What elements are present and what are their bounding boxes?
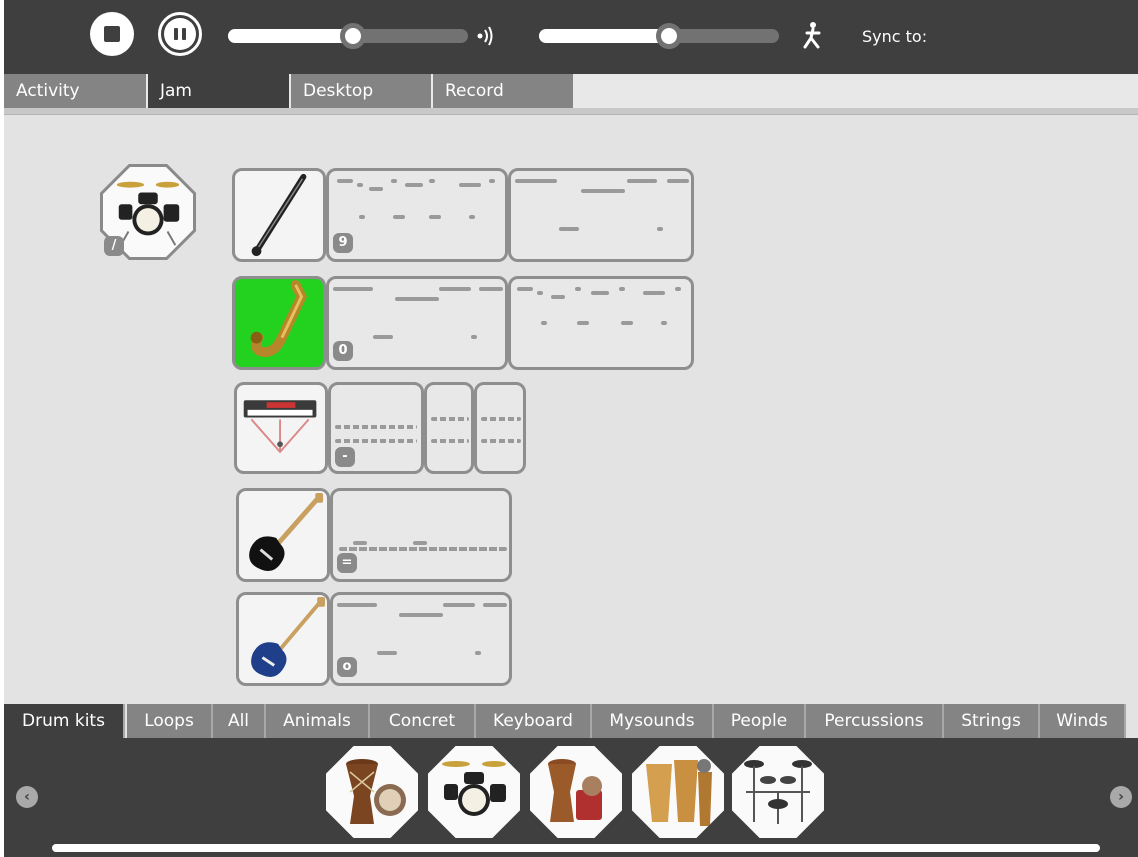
electric-guitar-icon: [249, 492, 324, 571]
pause-icon: [164, 18, 196, 50]
category-winds[interactable]: Winds: [1040, 704, 1126, 738]
keyboard-icon: [243, 400, 317, 454]
pause-button[interactable]: [158, 12, 202, 56]
beat-block[interactable]: [474, 382, 526, 474]
beat-block[interactable]: 9: [326, 168, 508, 262]
track-badge: 9: [333, 233, 353, 253]
sound-palette: ‹ ›: [4, 738, 1138, 857]
beat-block[interactable]: [424, 382, 474, 474]
tab-record[interactable]: Record: [433, 74, 573, 108]
category-strings[interactable]: Strings: [944, 704, 1040, 738]
instrument-cell[interactable]: [236, 488, 330, 582]
category-drum-kits[interactable]: Drum kits: [4, 704, 125, 738]
palette-item-electronic-drum-kit[interactable]: [732, 746, 824, 838]
palette-item-hand-drums[interactable]: [530, 746, 622, 838]
category-concret[interactable]: Concret: [370, 704, 476, 738]
hand-drums-icon: [548, 759, 602, 822]
beat-block[interactable]: [508, 168, 694, 262]
activity-tabs: Activity Jam Desktop Record: [4, 74, 1138, 108]
congas-icon: [646, 759, 712, 826]
running-figure-icon: [803, 22, 821, 49]
tabs-divider: [4, 108, 1138, 115]
tamtam-window: Sync to: Activity Jam Desktop Record / 9…: [4, 0, 1138, 857]
clarinet-icon: [251, 173, 307, 257]
toolbar: Sync to:: [4, 0, 1138, 74]
category-keyboard[interactable]: Keyboard: [476, 704, 592, 738]
track-badge: -: [335, 447, 355, 467]
beat-block[interactable]: 0: [326, 276, 508, 370]
tempo-slider[interactable]: [539, 23, 779, 49]
chevron-left-icon[interactable]: ‹: [16, 786, 38, 808]
stop-icon: [104, 26, 120, 42]
volume-slider-knob[interactable]: [340, 23, 366, 49]
sync-label: Sync to:: [862, 27, 928, 46]
tempo-slider-fill: [539, 29, 669, 43]
tempo-slider-knob[interactable]: [656, 23, 682, 49]
volume-slider[interactable]: [228, 23, 468, 49]
speaker-icon: [477, 26, 493, 46]
palette-item-drum-kit[interactable]: [428, 746, 520, 838]
track-badge: o: [337, 657, 357, 677]
palette-item-congas[interactable]: [632, 746, 724, 838]
beat-block[interactable]: =: [330, 488, 512, 582]
drum-kit-icon: [442, 761, 506, 816]
track-badge: 0: [333, 341, 353, 361]
tab-desktop[interactable]: Desktop: [291, 74, 431, 108]
track-badge: =: [337, 553, 357, 573]
stop-button[interactable]: [90, 12, 134, 56]
palette-item-djembe[interactable]: [326, 746, 418, 838]
tab-jam[interactable]: Jam: [148, 74, 289, 108]
drum-slot-badge: /: [104, 236, 124, 256]
instrument-cell[interactable]: [234, 382, 328, 474]
category-loops[interactable]: Loops: [127, 704, 213, 738]
category-percussions[interactable]: Percussions: [806, 704, 944, 738]
category-mysounds[interactable]: Mysounds: [592, 704, 714, 738]
bass-guitar-icon: [251, 596, 326, 677]
chevron-right-icon[interactable]: ›: [1110, 786, 1132, 808]
tab-activity[interactable]: Activity: [4, 74, 146, 108]
beat-block[interactable]: -: [328, 382, 424, 474]
sound-category-tabs: Drum kits Loops All Animals Concret Keyb…: [4, 704, 1138, 738]
instrument-cell[interactable]: [232, 276, 326, 370]
electronic-drum-kit-icon: [744, 760, 812, 824]
instrument-cell[interactable]: [232, 168, 326, 262]
category-all[interactable]: All: [213, 704, 266, 738]
djembe-icon: [346, 759, 406, 824]
instrument-cell[interactable]: [236, 592, 330, 686]
saxophone-icon: [250, 279, 307, 357]
palette-scrollbar[interactable]: [52, 844, 1100, 852]
beat-block[interactable]: o: [330, 592, 512, 686]
beat-block[interactable]: [508, 276, 694, 370]
category-people[interactable]: People: [714, 704, 806, 738]
category-animals[interactable]: Animals: [266, 704, 370, 738]
volume-slider-fill: [228, 29, 353, 43]
